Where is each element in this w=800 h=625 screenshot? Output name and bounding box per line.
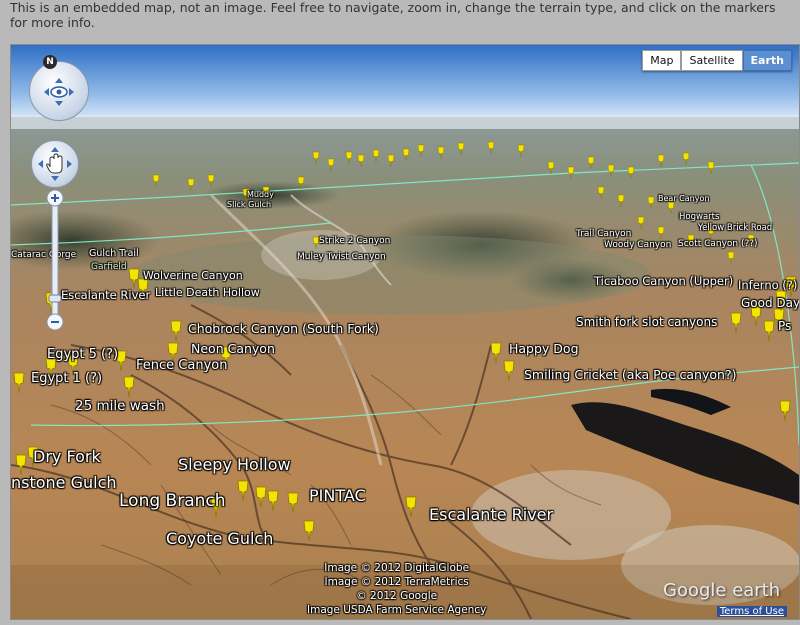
eye-icon[interactable] (30, 62, 88, 120)
place-label[interactable]: Wolverine Canyon (143, 269, 243, 282)
place-label[interactable]: Sleepy Hollow (178, 455, 291, 474)
place-label[interactable]: Muley Twist Canyon (297, 252, 386, 262)
place-label[interactable]: Gulch Trail (89, 248, 139, 259)
place-label[interactable]: Egypt 1 (?) (31, 371, 102, 386)
place-label[interactable]: 25 mile wash (75, 398, 165, 414)
hand-icon (46, 153, 63, 174)
place-label[interactable]: Dry Fork (33, 447, 101, 466)
place-label[interactable]: Little Death Hollow (155, 286, 260, 299)
place-label[interactable]: Good Day (741, 296, 799, 310)
place-label[interactable]: Coyote Gulch (166, 529, 273, 548)
map-viewport[interactable]: Catarac Gorge Gulch Trail Garfield Wolve… (10, 44, 800, 620)
pan-control[interactable] (31, 140, 79, 188)
satellite-view-button[interactable]: Satellite (681, 50, 743, 71)
map-view-button[interactable]: Map (642, 50, 682, 71)
place-label[interactable]: Garfield (91, 262, 127, 272)
google-earth-logo: Google earth (663, 580, 781, 601)
place-label[interactable]: Escalante River (429, 505, 553, 524)
earth-view-button[interactable]: Earth (742, 50, 792, 71)
place-label[interactable]: Yellow Brick Road (698, 223, 772, 233)
place-label[interactable]: Egypt 5 (?) (47, 347, 118, 362)
zoom-slider[interactable] (46, 189, 64, 331)
north-icon: N (43, 55, 57, 69)
look-control[interactable] (29, 61, 89, 121)
credit-line: Image © 2012 TerraMetrics (324, 576, 469, 588)
place-label[interactable]: Fence Canyon (136, 358, 227, 373)
place-label[interactable]: Escalante River (61, 288, 150, 302)
credit-line: Image USDA Farm Service Agency (307, 604, 487, 616)
zoom-slider-graphic (48, 201, 62, 319)
place-label[interactable]: Strike 2 Canyon (319, 236, 390, 246)
place-label[interactable]: Muddy (247, 190, 274, 199)
plus-icon[interactable] (46, 189, 64, 207)
place-label[interactable]: Bear Canyon (658, 194, 709, 203)
minus-icon[interactable] (46, 313, 64, 331)
place-label[interactable]: Smith fork slot canyons (576, 315, 717, 329)
place-label[interactable]: Long Branch (119, 491, 226, 511)
imagery-credits: Image © 2012 DigitalGlobe Image © 2012 T… (307, 561, 486, 617)
place-label[interactable]: Trail Canyon (576, 229, 631, 239)
place-label[interactable]: Inferno (?) (738, 278, 797, 292)
place-label[interactable]: Slick Gulch (227, 200, 271, 209)
place-label[interactable]: Woody Canyon (604, 240, 671, 250)
place-label[interactable]: Hogwarts (679, 212, 719, 222)
place-label[interactable]: PINTAC (309, 486, 366, 505)
place-label[interactable]: Chobrock Canyon (South Fork) (188, 321, 379, 336)
place-labels: Catarac Gorge Gulch Trail Garfield Wolve… (11, 45, 799, 619)
place-label[interactable]: Ticaboo Canyon (Upper) (594, 274, 733, 288)
credit-line: Image © 2012 DigitalGlobe (324, 562, 470, 574)
map-type-control: Map Satellite Earth (642, 50, 792, 71)
place-label[interactable]: Ps (778, 319, 791, 333)
credit-line: © 2012 Google (356, 590, 438, 602)
terms-of-use-link[interactable]: Terms of Use (716, 606, 787, 617)
intro-text: This is an embedded map, not an image. F… (10, 0, 776, 30)
place-label[interactable]: Scott Canyon (??) (678, 239, 758, 249)
place-label[interactable]: Happy Dog (509, 341, 579, 356)
place-label[interactable]: Smiling Cricket (aka Poe canyon?) (524, 367, 736, 382)
place-label[interactable]: nstone Gulch (11, 473, 117, 492)
place-label[interactable]: Neon Canyon (191, 341, 275, 356)
